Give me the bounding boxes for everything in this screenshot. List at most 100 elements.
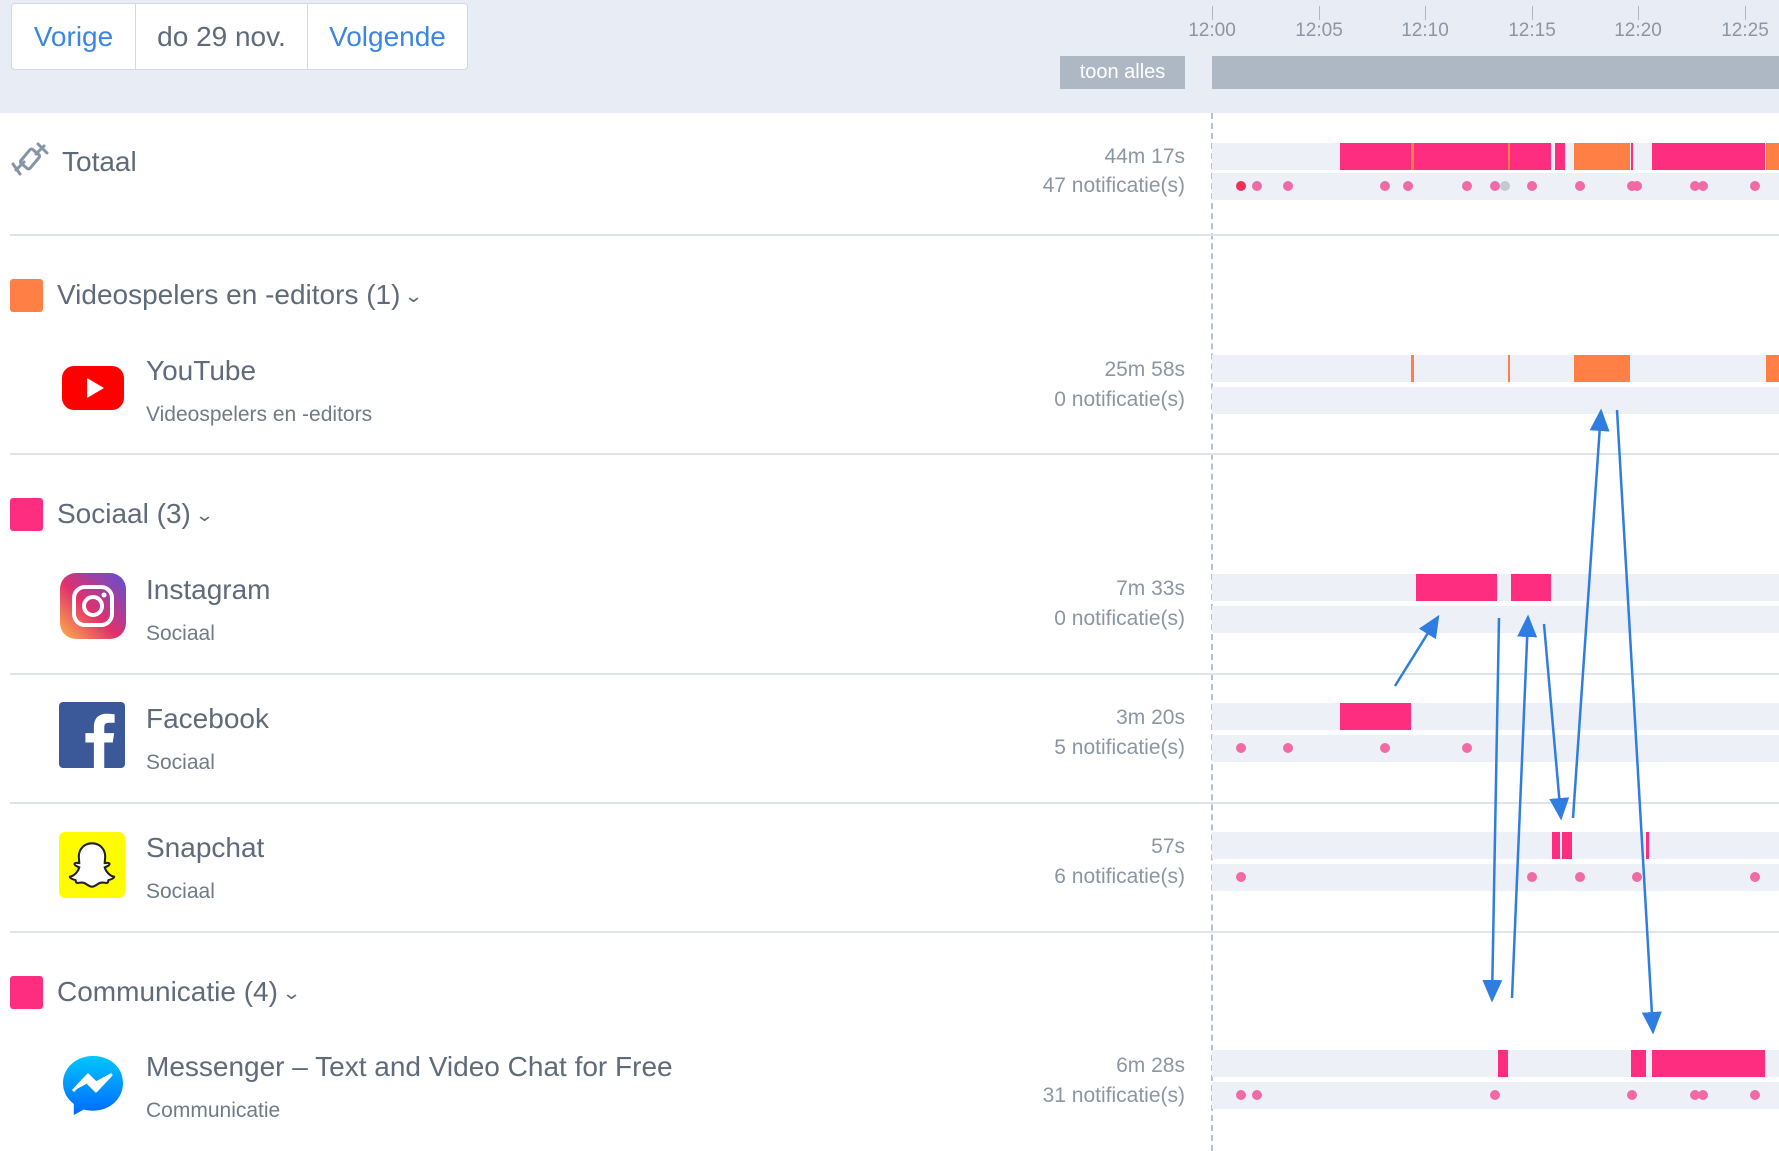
total-usage-lane — [1212, 143, 1779, 170]
satellite-icon — [11, 142, 49, 176]
usage-segment[interactable] — [1652, 143, 1765, 170]
category-label-social: Sociaal (3) — [57, 498, 191, 529]
snapchat-icon — [59, 832, 125, 898]
notification-dot[interactable] — [1490, 1090, 1500, 1100]
usage-segment[interactable] — [1411, 355, 1414, 382]
app-duration-messenger: 6m 28s — [1116, 1054, 1185, 1077]
notification-dot[interactable] — [1380, 743, 1390, 753]
snapchat-usage-lane — [1212, 832, 1779, 859]
notification-dot[interactable] — [1750, 181, 1760, 191]
messenger-usage-lane — [1212, 1050, 1779, 1077]
usage-segment[interactable] — [1498, 1050, 1508, 1077]
show-all-button[interactable]: toon alles — [1060, 56, 1185, 89]
notification-dot[interactable] — [1627, 1090, 1637, 1100]
chevron-down-icon: ⌄ — [194, 505, 215, 525]
timeline-range-bar[interactable] — [1212, 56, 1779, 89]
app-name-youtube: YouTube — [146, 355, 257, 386]
notification-dot[interactable] — [1403, 181, 1413, 191]
previous-day-button[interactable]: Vorige — [12, 4, 136, 69]
app-category-youtube: Videospelers en -editors — [146, 403, 373, 426]
category-label-video: Videospelers en -editors (1) — [57, 279, 401, 310]
category-toggle-video[interactable]: Videospelers en -editors (1) ⌄ — [57, 279, 424, 311]
notification-dot[interactable] — [1283, 181, 1293, 191]
divider — [10, 234, 1779, 236]
usage-segment[interactable] — [1508, 355, 1510, 382]
usage-segment[interactable] — [1562, 832, 1572, 859]
messenger-notification-lane — [1212, 1082, 1779, 1109]
app-name-instagram: Instagram — [146, 574, 271, 605]
notification-dot[interactable] — [1632, 181, 1642, 191]
usage-segment[interactable] — [1416, 574, 1497, 601]
notification-dot[interactable] — [1527, 181, 1537, 191]
facebook-usage-lane — [1212, 703, 1779, 730]
axis-tick-label: 12:15 — [1508, 20, 1556, 41]
notification-dot[interactable] — [1462, 181, 1472, 191]
usage-segment[interactable] — [1340, 703, 1411, 730]
category-toggle-social[interactable]: Sociaal (3) ⌄ — [57, 498, 215, 530]
youtube-usage-lane — [1212, 355, 1779, 382]
notification-dot[interactable] — [1750, 1090, 1760, 1100]
notification-dot[interactable] — [1575, 181, 1585, 191]
usage-segment[interactable] — [1631, 1050, 1646, 1077]
notification-dot[interactable] — [1462, 743, 1472, 753]
usage-segment[interactable] — [1511, 574, 1551, 601]
notification-dot[interactable] — [1236, 743, 1246, 753]
usage-segment[interactable] — [1552, 832, 1560, 859]
next-day-button[interactable]: Volgende — [308, 4, 467, 69]
notification-dot[interactable] — [1575, 872, 1585, 882]
chevron-down-icon: ⌄ — [404, 286, 424, 306]
notification-dot[interactable] — [1750, 872, 1760, 882]
annotation-arrow — [1482, 617, 1503, 1003]
app-notifications-snapchat: 6 notificatie(s) — [1054, 865, 1185, 888]
divider — [10, 453, 1779, 455]
notification-dot[interactable] — [1698, 181, 1708, 191]
youtube-icon — [62, 366, 124, 410]
app-notifications-messenger: 31 notificatie(s) — [1042, 1084, 1185, 1107]
facebook-notification-lane — [1212, 735, 1779, 762]
app-duration-snapchat: 57s — [1151, 835, 1185, 858]
usage-segment[interactable] — [1646, 832, 1649, 859]
total-notification-lane — [1212, 173, 1779, 200]
divider — [10, 931, 1779, 933]
notification-dot[interactable] — [1236, 872, 1246, 882]
notification-dot[interactable] — [1252, 1090, 1262, 1100]
snapchat-notification-lane — [1212, 864, 1779, 891]
notification-dot[interactable] — [1632, 872, 1642, 882]
usage-segment[interactable] — [1555, 143, 1565, 170]
axis-tick — [1319, 6, 1320, 20]
notification-dot[interactable] — [1236, 1090, 1246, 1100]
chevron-down-icon: ⌄ — [281, 983, 302, 1003]
usage-segment[interactable] — [1574, 143, 1630, 170]
notification-dot[interactable] — [1283, 743, 1293, 753]
category-toggle-communication[interactable]: Communicatie (4) ⌄ — [57, 976, 302, 1008]
usage-segment[interactable] — [1766, 143, 1779, 170]
youtube-notification-lane — [1212, 387, 1779, 414]
notification-dot[interactable] — [1490, 181, 1500, 191]
notification-dot[interactable] — [1527, 872, 1537, 882]
app-name-snapchat: Snapchat — [146, 832, 265, 863]
usage-segment[interactable] — [1414, 143, 1508, 170]
notification-dot[interactable] — [1252, 181, 1262, 191]
axis-tick — [1745, 6, 1746, 20]
axis-tick-label: 12:25 — [1721, 20, 1769, 41]
axis-tick — [1212, 6, 1213, 20]
usage-segment[interactable] — [1510, 143, 1551, 170]
instagram-icon — [60, 573, 126, 639]
usage-segment[interactable] — [1766, 355, 1779, 382]
divider — [10, 673, 1779, 675]
timeline-header: Vorige do 29 nov. Volgende toon alles 12… — [0, 0, 1779, 113]
total-label: Totaal — [62, 146, 137, 177]
usage-segment[interactable] — [1574, 355, 1630, 382]
app-notifications-instagram: 0 notificatie(s) — [1054, 607, 1185, 630]
notification-dot[interactable] — [1236, 181, 1246, 191]
total-notifications: 47 notificatie(s) — [1042, 174, 1185, 197]
usage-segment[interactable] — [1340, 143, 1411, 170]
app-duration-instagram: 7m 33s — [1116, 577, 1185, 600]
app-category-facebook: Sociaal — [146, 751, 215, 774]
notification-dot[interactable] — [1698, 1090, 1708, 1100]
usage-segment[interactable] — [1652, 1050, 1765, 1077]
notification-dot[interactable] — [1500, 181, 1510, 191]
notification-dot[interactable] — [1380, 181, 1390, 191]
current-date-label: do 29 nov. — [136, 4, 308, 69]
usage-segment[interactable] — [1631, 143, 1633, 170]
